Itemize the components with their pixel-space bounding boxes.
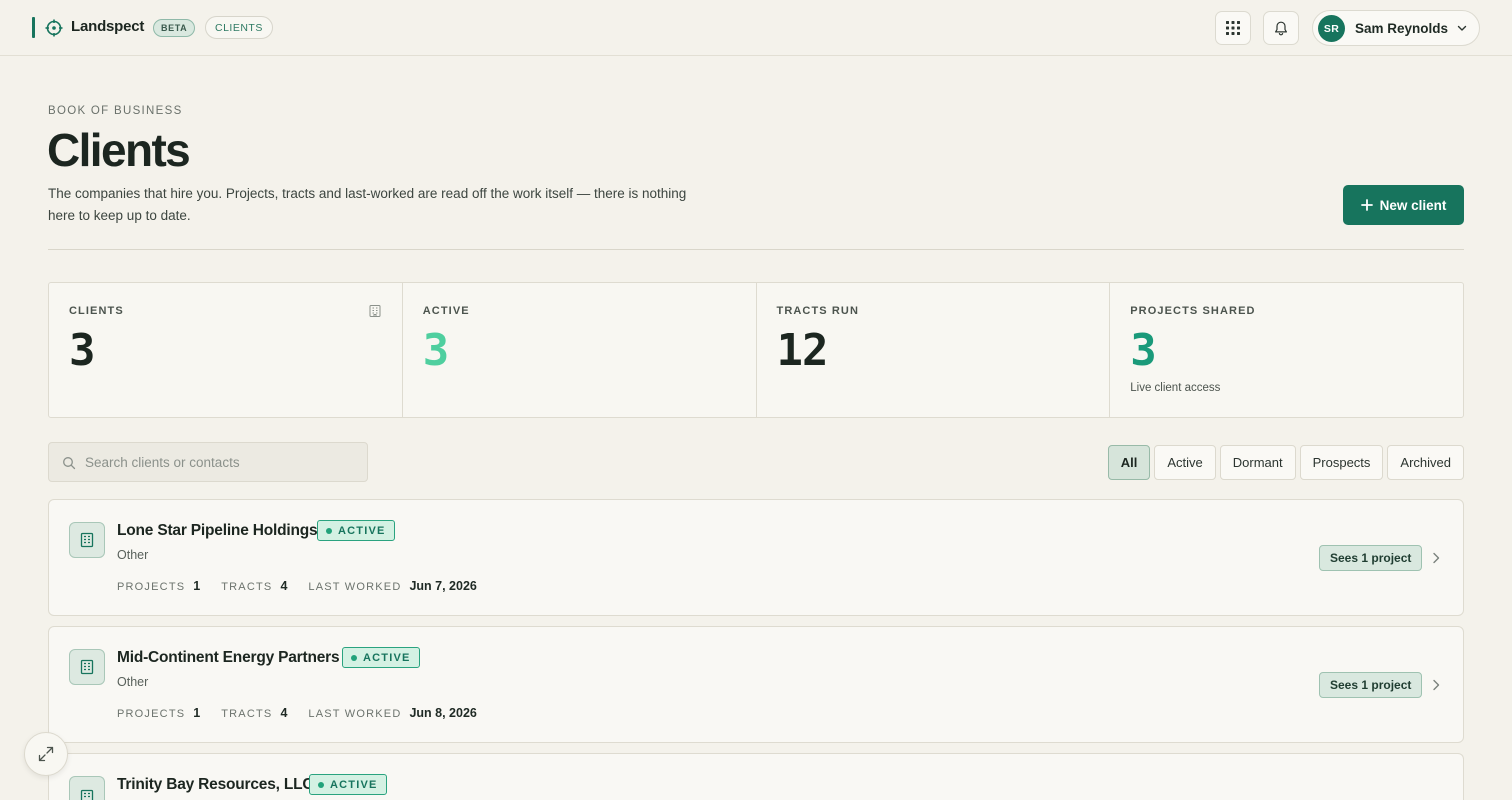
meta-value-last-worked: Jun 8, 2026 — [409, 706, 477, 720]
status-label: ACTIVE — [338, 524, 386, 537]
filter-active[interactable]: Active — [1154, 445, 1216, 480]
meta-value-tracts: 4 — [280, 579, 288, 593]
stat-value: 3 — [1130, 325, 1156, 376]
user-menu-button[interactable]: SR Sam Reynolds — [1312, 10, 1480, 46]
status-dot-icon — [326, 527, 332, 534]
client-icon — [69, 649, 105, 685]
bell-icon — [1275, 21, 1287, 35]
building-icon — [80, 659, 94, 675]
brand-accent-rule — [32, 17, 35, 38]
stat-value: 12 — [776, 325, 829, 376]
page-eyebrow: BOOK OF BUSINESS — [48, 105, 183, 117]
chevron-down-icon — [1457, 25, 1467, 31]
meta-value-projects: 1 — [193, 579, 201, 593]
page-title: Clients — [47, 124, 191, 176]
apps-button[interactable] — [1215, 11, 1251, 45]
plus-icon — [1360, 199, 1373, 211]
meta-label-last-worked: LAST WORKED — [308, 708, 402, 720]
stat-label: PROJECTS SHARED — [1130, 305, 1256, 317]
client-card[interactable]: Mid-Continent Energy Partners ACTIVE Oth… — [48, 626, 1464, 743]
status-dot-icon — [318, 781, 324, 788]
stat-label: CLIENTS — [69, 305, 124, 317]
meta-label-projects: PROJECTS — [117, 708, 186, 720]
header-divider — [48, 249, 1464, 250]
notifications-button[interactable] — [1263, 11, 1299, 45]
client-icon — [69, 776, 105, 800]
client-icon — [69, 522, 105, 558]
new-client-label: New client — [1379, 197, 1447, 213]
client-card[interactable]: Lone Star Pipeline Holdings ACTIVE Other… — [48, 499, 1464, 616]
client-access-badge[interactable]: Sees 1 project — [1319, 672, 1423, 698]
status-label: ACTIVE — [330, 778, 378, 791]
new-client-button[interactable]: New client — [1343, 185, 1464, 225]
app-name[interactable]: Landspect — [71, 18, 144, 35]
meta-value-tracts: 4 — [280, 706, 288, 720]
building-icon — [80, 532, 94, 548]
status-label: ACTIVE — [363, 651, 411, 664]
client-name[interactable]: Mid-Continent Energy Partners — [117, 649, 340, 667]
stat-label: TRACTS RUN — [776, 305, 859, 317]
stats-panel: CLIENTS 3 ACTIVE 3 TRACTS RUN 12 PROJECT… — [48, 282, 1464, 418]
chevron-right-icon[interactable] — [1429, 551, 1443, 565]
stat-label: ACTIVE — [422, 305, 470, 317]
stat-value: 3 — [422, 325, 449, 376]
status-badge: ACTIVE — [342, 647, 420, 668]
status-dot-icon — [351, 654, 357, 661]
search-icon — [63, 457, 76, 470]
section-breadcrumb[interactable]: CLIENTS — [205, 16, 273, 39]
stat-value: 3 — [69, 325, 95, 376]
client-access-badge[interactable]: Sees 1 project — [1319, 545, 1423, 571]
filter-prospects[interactable]: Prospects — [1299, 445, 1384, 480]
expand-view-button[interactable] — [24, 732, 68, 776]
meta-value-last-worked: Jun 7, 2026 — [409, 579, 477, 593]
client-name[interactable]: Trinity Bay Resources, LLC — [117, 776, 314, 794]
top-bar: Landspect BETA CLIENTS SR Sam Reynolds — [0, 0, 1512, 56]
client-type: Other — [117, 548, 149, 562]
search-box — [48, 442, 368, 482]
status-badge: ACTIVE — [317, 520, 395, 541]
stat-clients: CLIENTS 3 — [49, 283, 403, 417]
stat-note: Live client access — [1130, 382, 1221, 394]
meta-value-projects: 1 — [193, 706, 201, 720]
filter-all[interactable]: All — [1107, 445, 1151, 480]
beta-badge: BETA — [153, 19, 196, 37]
expand-arrows-icon — [38, 746, 54, 762]
search-input[interactable] — [85, 443, 361, 481]
building-icon — [369, 305, 381, 317]
filter-archived[interactable]: Archived — [1387, 445, 1464, 480]
meta-label-tracts: TRACTS — [221, 708, 273, 720]
page-subtitle: The companies that hire you. Projects, t… — [48, 186, 687, 223]
client-meta: PROJECTS 1 TRACTS 4 LAST WORKED Jun 8, 2… — [117, 706, 498, 720]
avatar: SR — [1318, 15, 1345, 42]
client-meta: PROJECTS 1 TRACTS 4 LAST WORKED Jun 7, 2… — [117, 579, 498, 593]
client-card[interactable]: Trinity Bay Resources, LLC ACTIVE — [48, 753, 1464, 800]
status-filter-group: All Active Dormant Prospects Archived — [1107, 445, 1464, 480]
chevron-right-icon[interactable] — [1429, 678, 1443, 692]
stat-projects-shared: PROJECTS SHARED 3 Live client access — [1110, 283, 1463, 417]
meta-label-tracts: TRACTS — [221, 581, 273, 593]
client-name[interactable]: Lone Star Pipeline Holdings — [117, 522, 318, 540]
status-badge: ACTIVE — [309, 774, 387, 795]
crosshair-logo-icon — [45, 19, 63, 37]
filter-dormant[interactable]: Dormant — [1219, 445, 1296, 480]
grid-icon — [1226, 21, 1240, 35]
user-name: Sam Reynolds — [1355, 21, 1449, 36]
meta-label-last-worked: LAST WORKED — [308, 581, 402, 593]
stat-tracts-run: TRACTS RUN 12 — [757, 283, 1111, 417]
building-icon — [80, 789, 94, 800]
stat-active: ACTIVE 3 — [403, 283, 757, 417]
client-type: Other — [117, 675, 149, 689]
meta-label-projects: PROJECTS — [117, 581, 186, 593]
